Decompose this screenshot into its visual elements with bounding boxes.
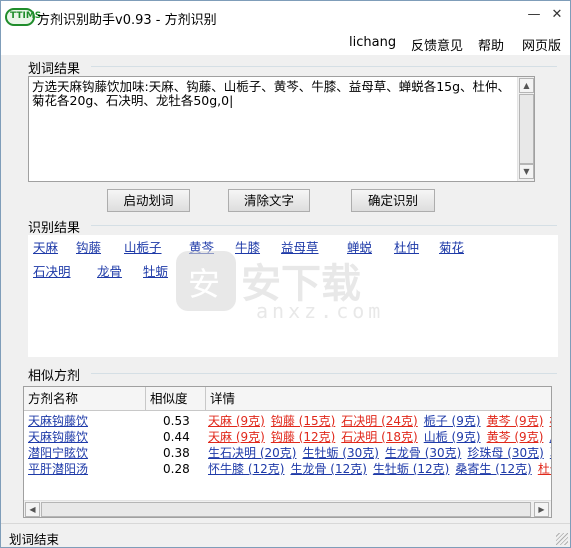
watermark-subtext: anxz.com bbox=[256, 299, 385, 323]
app-logo-icon: TTIMS bbox=[5, 8, 41, 26]
ingredient-link[interactable]: 生石决明 (20克) bbox=[208, 446, 296, 460]
confirm-recognize-button[interactable]: 确定识别 bbox=[351, 189, 435, 212]
herb-link[interactable]: 牡蛎 bbox=[143, 261, 168, 280]
menu-web-version[interactable]: 网页版 bbox=[522, 35, 561, 54]
close-button[interactable]: ✕ bbox=[547, 6, 567, 24]
ingredient-link[interactable]: 栀子 (9克) bbox=[424, 414, 481, 428]
herb-link[interactable]: 天麻 bbox=[33, 237, 58, 256]
ingredient-link[interactable]: 钩藤 (12克) bbox=[271, 430, 335, 444]
menu-bar: lichang 反馈意见 帮助 网页版 bbox=[1, 31, 570, 55]
formula-details[interactable]: 天麻 (9克) 钩藤 (12克) 石决明 (18克) 山栀 (9克) 黄芩 (9克) 川 bbox=[208, 429, 551, 445]
formula-name-link[interactable]: 潜阳宁眩饮 bbox=[28, 445, 88, 461]
menu-feedback[interactable]: 反馈意见 bbox=[411, 35, 463, 54]
title-bar[interactable]: TTIMS 方剂识别助手v0.93 - 方剂识别 — ✕ bbox=[1, 1, 570, 31]
similarity-score: 0.53 bbox=[163, 414, 190, 428]
herb-link[interactable]: 钩藤 bbox=[76, 237, 101, 256]
scroll-left-arrow-icon[interactable]: ◀ bbox=[25, 502, 40, 517]
captured-text-area[interactable]: 方选天麻钩藤饮加味:天麻、钩藤、山栀子、黄芩、牛膝、益母草、蝉蜕各15g、杜仲、… bbox=[28, 76, 535, 182]
menu-help[interactable]: 帮助 bbox=[478, 35, 504, 54]
resize-grip-icon[interactable] bbox=[556, 533, 568, 545]
ingredient-link[interactable]: 杜仲 bbox=[538, 462, 551, 476]
status-text: 划词结束 bbox=[9, 532, 60, 547]
ingredient-link[interactable]: 黄芩 (9克) bbox=[487, 414, 544, 428]
formula-name-link[interactable]: 天麻钩藤饮 bbox=[28, 429, 88, 445]
result-group-label: 识别结果 bbox=[28, 221, 81, 236]
formula-details[interactable]: 天麻 (9克) 钩藤 (15克) 石决明 (24克) 栀子 (9克) 黄芩 (9克) 杜 bbox=[208, 413, 551, 429]
menu-user[interactable]: lichang bbox=[349, 35, 396, 50]
ingredient-link[interactable]: 生牡蛎 (12克) bbox=[373, 462, 449, 476]
clear-text-button[interactable]: 清除文字 bbox=[228, 189, 310, 212]
table-horizontal-scrollbar[interactable]: ◀ ▶ bbox=[24, 500, 551, 517]
column-header-similarity[interactable]: 相似度 bbox=[146, 387, 206, 411]
formula-details[interactable]: 生石决明 (20克) 生牡蛎 (30克) 生龙骨 (30克) 珍珠母 (30克) 葛 bbox=[208, 445, 551, 461]
similar-formulas-table: 方剂名称 相似度 详情 天麻钩藤饮 0.53 天麻 (9克) 钩藤 (15克) 石决… bbox=[23, 386, 552, 518]
capture-group-label: 划词结果 bbox=[28, 62, 81, 77]
status-bar: 划词结束 bbox=[1, 523, 570, 547]
ingredient-link[interactable]: 杜 bbox=[549, 414, 551, 428]
minimize-button[interactable]: — bbox=[524, 6, 544, 24]
scroll-down-arrow-icon[interactable]: ▼ bbox=[519, 164, 534, 179]
ingredient-link[interactable]: 生龙骨 (12克) bbox=[290, 462, 366, 476]
ingredient-link[interactable]: 山栀 (9克) bbox=[424, 430, 481, 444]
window-title: 方剂识别助手v0.93 - 方剂识别 bbox=[37, 13, 217, 28]
herb-link[interactable]: 龙骨 bbox=[97, 261, 122, 280]
similarity-score: 0.44 bbox=[163, 430, 190, 444]
similar-group-line bbox=[91, 373, 557, 374]
watermark-logo-text: 安 bbox=[188, 265, 221, 303]
start-capture-button[interactable]: 启动划词 bbox=[107, 189, 190, 212]
app-window: TTIMS 方剂识别助手v0.93 - 方剂识别 — ✕ lichang 反馈意… bbox=[0, 0, 571, 548]
ingredient-link[interactable]: 石决明 (18克) bbox=[341, 430, 417, 444]
similarity-score: 0.38 bbox=[163, 446, 190, 460]
scroll-right-arrow-icon[interactable]: ▶ bbox=[534, 502, 549, 517]
ingredient-link[interactable]: 川 bbox=[549, 430, 551, 444]
horizontal-scroll-thumb[interactable] bbox=[41, 502, 531, 517]
herb-link[interactable]: 菊花 bbox=[439, 237, 464, 256]
formula-details[interactable]: 怀牛膝 (12克) 生龙骨 (12克) 生牡蛎 (12克) 桑寄生 (12克) 杜仲 bbox=[208, 461, 551, 477]
formula-name-link[interactable]: 平肝潜阳汤 bbox=[28, 461, 88, 477]
ingredient-link[interactable]: 珍珠母 (30克) bbox=[467, 446, 543, 460]
ingredient-link[interactable]: 黄芩 (9克) bbox=[487, 430, 544, 444]
similar-group-label: 相似方剂 bbox=[28, 369, 81, 384]
result-group-line bbox=[91, 225, 557, 226]
herb-link[interactable]: 杜仲 bbox=[394, 237, 419, 256]
ingredient-link[interactable]: 天麻 (9克) bbox=[208, 414, 265, 428]
ingredient-link[interactable]: 桑寄生 (12克) bbox=[455, 462, 531, 476]
ingredient-link[interactable]: 葛 bbox=[550, 446, 551, 460]
watermark-logo-icon: 安 bbox=[176, 251, 236, 311]
table-row[interactable]: 天麻钩藤饮 0.44 天麻 (9克) 钩藤 (12克) 石决明 (18克) 山栀 (9… bbox=[24, 429, 551, 445]
ingredient-link[interactable]: 怀牛膝 (12克) bbox=[208, 462, 284, 476]
ingredient-link[interactable]: 石决明 (24克) bbox=[341, 414, 417, 428]
formula-name-link[interactable]: 天麻钩藤饮 bbox=[28, 413, 88, 429]
scroll-thumb[interactable] bbox=[519, 94, 534, 164]
captured-text[interactable]: 方选天麻钩藤饮加味:天麻、钩藤、山栀子、黄芩、牛膝、益母草、蝉蜕各15g、杜仲、… bbox=[32, 80, 516, 108]
scroll-up-arrow-icon[interactable]: ▲ bbox=[519, 78, 534, 93]
ingredient-link[interactable]: 生龙骨 (30克) bbox=[385, 446, 461, 460]
similarity-score: 0.28 bbox=[163, 462, 190, 476]
column-header-details[interactable]: 详情 bbox=[206, 387, 551, 411]
herb-link[interactable]: 石决明 bbox=[33, 261, 71, 280]
text-vertical-scrollbar[interactable]: ▲ ▼ bbox=[517, 77, 534, 181]
table-row[interactable]: 潜阳宁眩饮 0.38 生石决明 (20克) 生牡蛎 (30克) 生龙骨 (30克) 珍… bbox=[24, 445, 551, 461]
ingredient-link[interactable]: 天麻 (9克) bbox=[208, 430, 265, 444]
ingredient-link[interactable]: 钩藤 (15克) bbox=[271, 414, 335, 428]
table-row[interactable]: 天麻钩藤饮 0.53 天麻 (9克) 钩藤 (15克) 石决明 (24克) 栀子 (9… bbox=[24, 413, 551, 429]
ingredient-link[interactable]: 生牡蛎 (30克) bbox=[302, 446, 378, 460]
column-header-name[interactable]: 方剂名称 bbox=[24, 387, 146, 411]
herb-link[interactable]: 山栀子 bbox=[124, 237, 162, 256]
capture-group-line bbox=[91, 66, 557, 67]
table-row[interactable]: 平肝潜阳汤 0.28 怀牛膝 (12克) 生龙骨 (12克) 生牡蛎 (12克) 桑寄… bbox=[24, 461, 551, 477]
